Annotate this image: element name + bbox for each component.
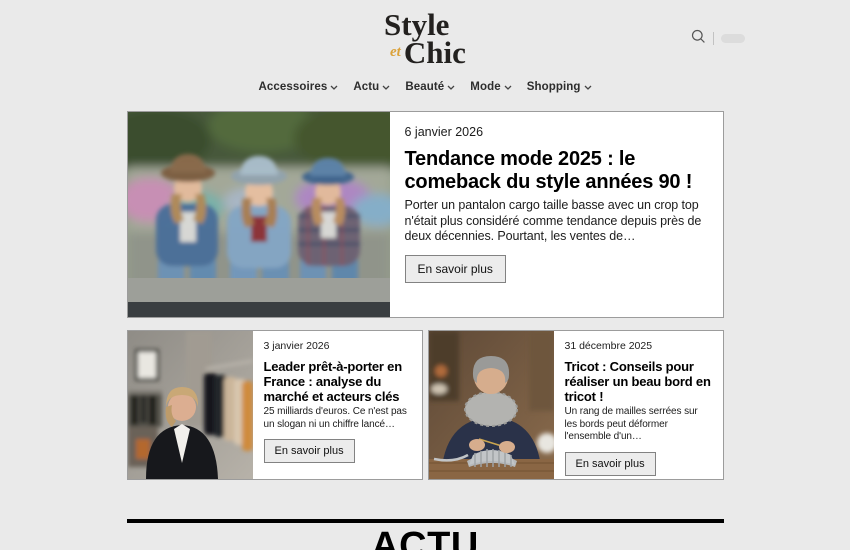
- nav-item-shopping[interactable]: Shopping: [527, 81, 592, 93]
- nav-item-beaute[interactable]: Beauté: [405, 81, 455, 93]
- section-title-actu: ACTU: [127, 525, 724, 550]
- site-header: Style etChic: [0, 0, 850, 68]
- section-divider: [127, 519, 724, 523]
- header-divider: [713, 32, 714, 45]
- hero-article-image[interactable]: [128, 112, 390, 317]
- article-card-tricot: 31 décembre 2025 Tricot : Conseils pour …: [428, 330, 724, 480]
- chevron-down-icon: [584, 81, 592, 93]
- article-image-store[interactable]: [128, 331, 253, 479]
- hero-article-card: 6 janvier 2026 Tendance mode 2025 : le c…: [127, 111, 724, 318]
- article-title[interactable]: Tricot : Conseils pour réaliser un beau …: [565, 359, 712, 404]
- hero-article-title[interactable]: Tendance mode 2025 : le comeback du styl…: [405, 148, 708, 194]
- article-date: 31 décembre 2025: [565, 340, 712, 352]
- nav-item-mode[interactable]: Mode: [470, 81, 511, 93]
- logo-chic-text: Chic: [404, 35, 466, 70]
- nav-item-actu[interactable]: Actu: [353, 81, 390, 93]
- read-more-button[interactable]: En savoir plus: [565, 452, 656, 476]
- site-logo[interactable]: Style etChic: [380, 9, 470, 68]
- search-icon: [691, 29, 706, 47]
- header-pill-toggle[interactable]: [721, 34, 745, 43]
- main-nav: Accessoires Actu Beauté Mode Shopping: [0, 81, 850, 93]
- main-content: 6 janvier 2026 Tendance mode 2025 : le c…: [127, 111, 724, 550]
- search-button[interactable]: [691, 29, 706, 47]
- article-image-knitting[interactable]: [429, 331, 554, 479]
- hero-article-body: 6 janvier 2026 Tendance mode 2025 : le c…: [390, 112, 723, 317]
- article-body: 31 décembre 2025 Tricot : Conseils pour …: [554, 331, 723, 479]
- article-excerpt: 25 milliards d'euros. Ce n'est pas un sl…: [264, 406, 411, 431]
- article-card-pret-a-porter: 3 janvier 2026 Leader prêt-à-porter en F…: [127, 330, 423, 480]
- article-excerpt: Un rang de mailles serrées sur les bords…: [565, 406, 712, 444]
- chevron-down-icon: [330, 81, 338, 93]
- hero-read-more-button[interactable]: En savoir plus: [405, 255, 506, 283]
- chevron-down-icon: [447, 81, 455, 93]
- article-cards-row: 3 janvier 2026 Leader prêt-à-porter en F…: [127, 330, 724, 480]
- hero-article-date: 6 janvier 2026: [405, 125, 708, 139]
- header-tools: [691, 29, 745, 47]
- article-title[interactable]: Leader prêt-à-porter en France : analyse…: [264, 359, 411, 404]
- hero-article-excerpt: Porter un pantalon cargo taille basse av…: [405, 198, 708, 245]
- nav-item-accessoires[interactable]: Accessoires: [258, 81, 338, 93]
- logo-et-text: et: [390, 44, 401, 60]
- chevron-down-icon: [382, 81, 390, 93]
- actu-section-header: ACTU: [127, 519, 724, 550]
- chevron-down-icon: [504, 81, 512, 93]
- article-body: 3 janvier 2026 Leader prêt-à-porter en F…: [253, 331, 422, 479]
- article-date: 3 janvier 2026: [264, 340, 411, 352]
- read-more-button[interactable]: En savoir plus: [264, 439, 355, 463]
